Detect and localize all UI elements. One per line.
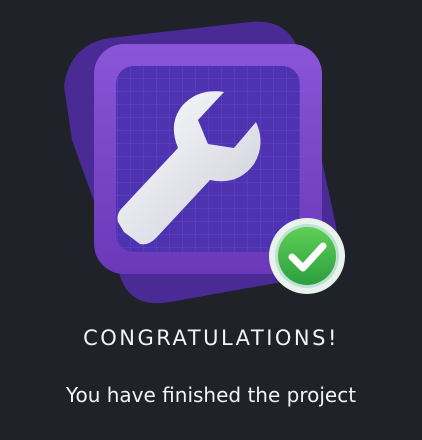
completion-message: You have finished the project bbox=[65, 383, 357, 407]
achievement-badge bbox=[0, 0, 422, 310]
congratulations-title: CONGRATULATIONS! bbox=[83, 326, 339, 350]
checkmark-icon bbox=[269, 218, 345, 294]
